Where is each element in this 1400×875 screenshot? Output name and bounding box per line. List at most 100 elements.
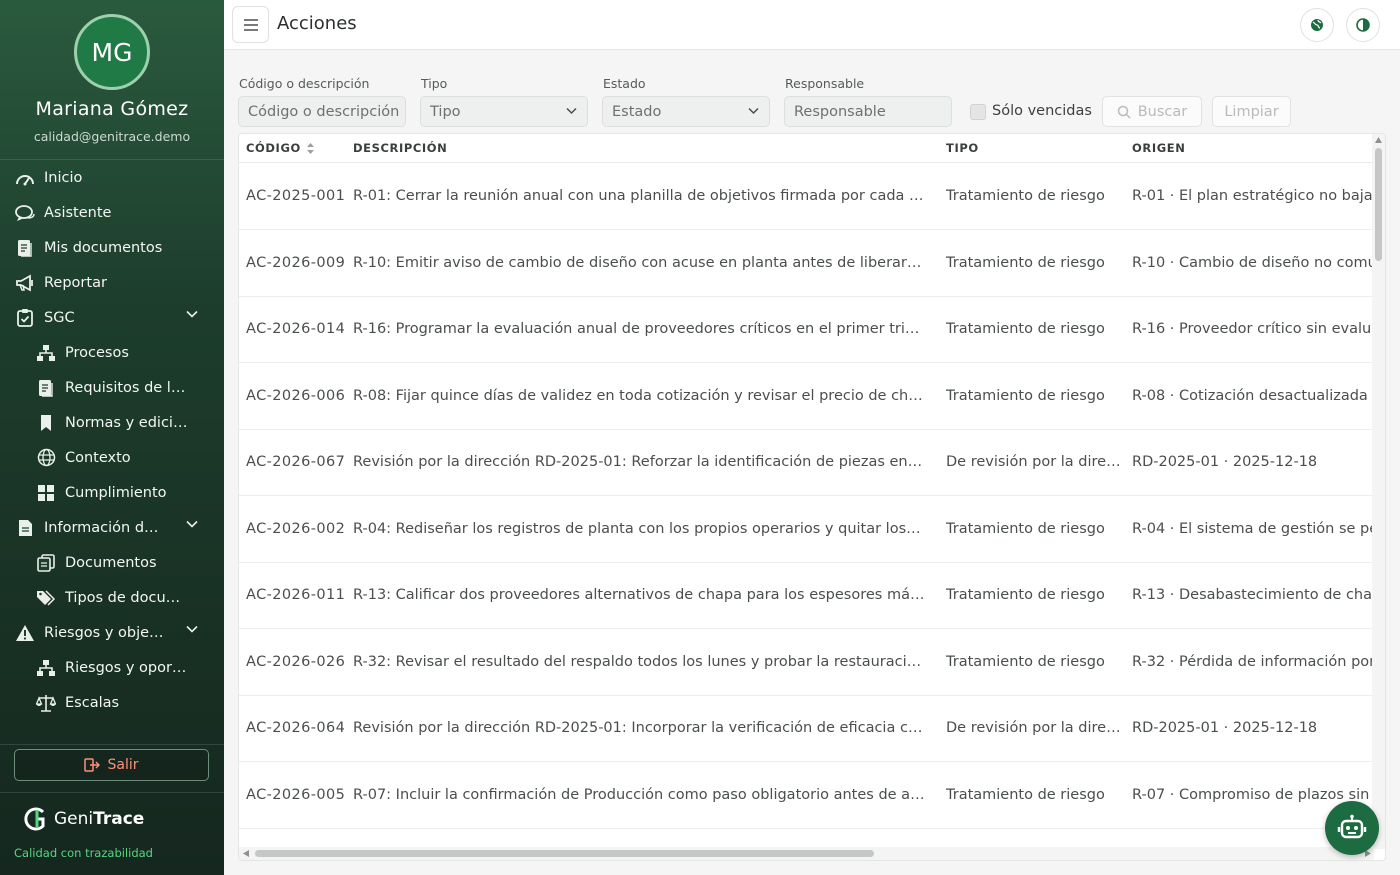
sidebar-item-documentos[interactable]: Documentos [0,545,224,580]
sidebar-item-requisitos-de-la-norma[interactable]: Requisitos de la norma [0,370,224,405]
megaphone-icon [14,272,36,294]
logout-label: Salir [107,757,139,773]
type-filter-select[interactable]: Tipo [420,96,588,127]
sidebar-item-asistente[interactable]: Asistente [0,195,224,230]
column-header-origin[interactable]: ORIGEN [1132,141,1185,155]
horizontal-scrollbar[interactable] [239,847,1374,860]
language-button[interactable] [1300,8,1334,42]
logout-button[interactable]: Salir [14,749,209,781]
sidebar-item-sgc[interactable]: SGC [0,300,224,335]
table-row[interactable]: AC-2026-014 R-16: Programar la evaluación… [239,297,1374,363]
sidebar-item-mis-documentos[interactable]: Mis documentos [0,230,224,265]
table-row[interactable]: AC-2026-002 R-04: Rediseñar los registros… [239,497,1374,563]
state-filter-select[interactable]: Estado [602,96,770,127]
sidebar-item-label: Inicio [44,169,83,186]
cell-type: Tratamiento de riesgo [946,387,1105,404]
documents-icon [35,552,57,574]
column-header-code[interactable]: CÓDIGO [246,141,314,155]
brand-tagline: Calidad con trazabilidad [14,846,153,860]
table-row[interactable]: AC-2026-005 R-07: Incluir la confirmación… [239,763,1374,829]
vertical-scroll-thumb[interactable] [1375,148,1382,261]
sidebar-item-riesgos-y-oportunidades[interactable]: Riesgos y oportunidades [0,650,224,685]
sidebar-item-contexto[interactable]: Contexto [0,440,224,475]
sidebar-divider [0,792,224,793]
brand-name-suffix: Trace [93,809,145,829]
sidebar-item-label: Escalas [65,694,120,711]
cell-origin: R-16 · Proveedor crítico sin evaluación [1132,321,1374,337]
sidebar: MG Mariana Gómez calidad@genitrace.demo … [0,0,224,875]
code-filter-input[interactable]: Código o descripción [238,96,406,127]
overdue-only-checkbox[interactable] [970,104,986,120]
column-header-code-label: CÓDIGO [246,141,301,155]
sidebar-item-inicio[interactable]: Inicio [0,160,224,195]
top-bar: Acciones [224,0,1400,50]
vertical-scrollbar[interactable] [1372,134,1385,849]
table-row[interactable]: AC-2026-067 Revisión por la dirección RD-… [239,430,1374,496]
column-header-description[interactable]: DESCRIPCIÓN [353,141,447,155]
column-header-type[interactable]: TIPO [946,141,979,155]
user-email: calidad@genitrace.demo [33,129,191,144]
search-button[interactable]: Buscar [1102,96,1202,127]
code-filter-label: Código o descripción [239,76,370,91]
warning-icon [14,622,36,644]
sidebar-item-reportar[interactable]: Reportar [0,265,224,300]
sidebar-item-label: Requisitos de la norma [65,379,190,396]
sidebar-item-tipos-de-documento[interactable]: Tipos de documento [0,580,224,615]
horizontal-scroll-thumb[interactable] [255,850,874,857]
state-filter-value: Estado [612,103,662,120]
cell-code: AC-2026-011 [246,587,346,603]
cell-code: AC-2026-005 [246,786,346,803]
cell-code: AC-2026-006 [246,387,346,404]
sidebar-item-procesos[interactable]: Procesos [0,335,224,370]
cell-description: R-08: Fijar quince días de validez en to… [353,387,925,404]
avatar-initials: MG [91,37,133,67]
cell-description: R-16: Programar la evaluación anual de p… [353,321,925,337]
table-row[interactable]: AC-2026-026 R-32: Revisar el resultado de… [239,630,1374,696]
file-icon [14,517,36,539]
sidebar-nav: Inicio Asistente Mis documentos Reportar SGC… [0,160,224,745]
scale-icon [35,692,57,714]
brand-name-prefix: Geni [54,809,94,829]
cell-description: R-10: Emitir aviso de cambio de diseño c… [353,254,925,271]
sidebar-item-escalas[interactable]: Escalas [0,685,224,720]
cell-code: AC-2026-009 [246,254,346,271]
sidebar-item-cumplimiento[interactable]: Cumplimiento [0,475,224,510]
sidebar-item-label: Procesos [65,344,129,361]
table-row[interactable]: AC-2026-009 R-10: Emitir aviso de cambio … [239,231,1374,297]
cell-description: R-07: Incluir la confirmación de Producc… [353,786,925,803]
cell-type: De revisión por la dirección [946,454,1124,470]
overdue-only-label[interactable]: Sólo vencidas [992,103,1092,119]
owner-filter-input[interactable]: Responsable [784,96,952,127]
table-row[interactable]: AC-2026-064 Revisión por la dirección RD-… [239,696,1374,762]
cell-code: AC-2025-001 [246,188,346,204]
cell-type: De revisión por la dirección [946,720,1124,736]
sidebar-item-riesgos-y-objetivos[interactable]: Riesgos y objetivos [0,615,224,650]
theme-toggle-button[interactable] [1346,8,1380,42]
brand-logo: Geni Trace [22,806,144,832]
assistant-bot-button[interactable] [1325,801,1379,855]
grid-icon [35,482,57,504]
document-icon [14,237,36,259]
cell-description: R-13: Calificar dos proveedores alternat… [353,587,925,603]
sidebar-item-label: SGC [44,309,75,326]
dashboard-icon [14,167,36,189]
tags-icon [35,587,57,609]
cell-description: Revisión por la dirección RD-2025-01: In… [353,720,925,736]
clear-button[interactable]: Limpiar [1212,96,1291,127]
logout-icon [84,758,101,772]
scroll-up-icon [1375,137,1382,143]
sidebar-item-informacion-documentada[interactable]: Información documentada [0,510,224,545]
menu-toggle-button[interactable] [232,6,269,43]
table-row[interactable]: AC-2026-011 R-13: Calificar dos proveedor… [239,563,1374,629]
type-filter-label: Tipo [421,76,448,91]
avatar[interactable]: MG [74,14,150,90]
sidebar-item-label: Información documentada [44,519,164,536]
sidebar-item-normas-y-ediciones[interactable]: Normas y ediciones [0,405,224,440]
table-row[interactable]: AC-2026-006 R-08: Fijar quince días de va… [239,364,1374,430]
globe-icon [35,447,57,469]
cell-origin: R-32 · Pérdida de información por falla [1132,653,1374,670]
table-row[interactable]: AC-2025-001 R-01: Cerrar la reunión anual… [239,164,1374,230]
cell-origin: RD-2025-01 · 2025-12-18 [1132,454,1318,470]
cell-type: Tratamiento de riesgo [946,254,1105,271]
chevron-down-icon [748,107,759,115]
